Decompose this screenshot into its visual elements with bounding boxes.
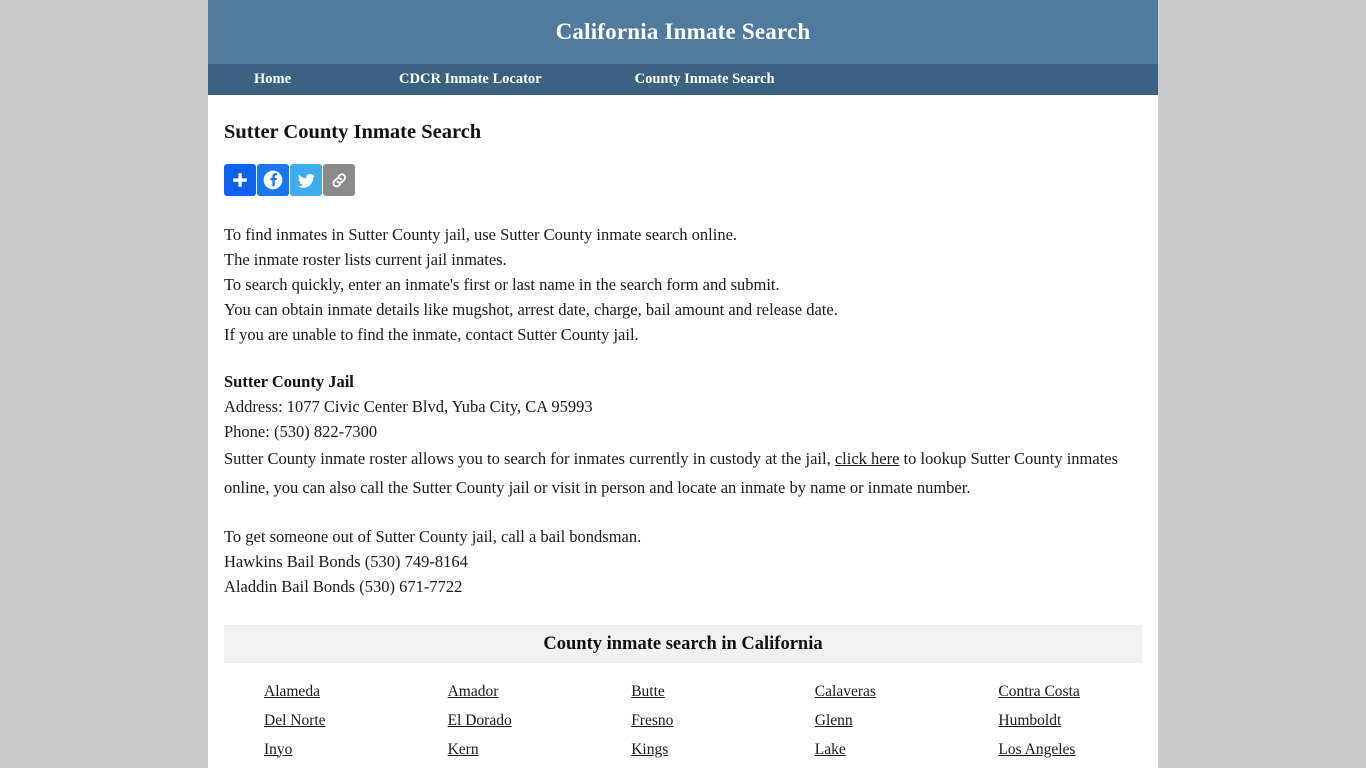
county-cell: Kern <box>408 735 592 764</box>
county-cell: Amador <box>408 677 592 706</box>
county-link-humboldt[interactable]: Humboldt <box>998 712 1061 730</box>
county-search-section: County inmate search in California Alame… <box>224 625 1142 764</box>
county-link-kings[interactable]: Kings <box>631 741 668 759</box>
county-cell: Butte <box>591 677 775 706</box>
roster-paragraph: Sutter County inmate roster allows you t… <box>224 444 1142 502</box>
bail-intro: To get someone out of Sutter County jail… <box>224 527 642 546</box>
county-cell: Lake <box>775 735 959 764</box>
county-cell: Kings <box>591 735 775 764</box>
county-cell: Alameda <box>224 677 408 706</box>
nav-item-cdcr-inmate-locator[interactable]: CDCR Inmate Locator <box>385 71 556 88</box>
county-cell: Del Norte <box>224 706 408 735</box>
county-link-el-dorado[interactable]: El Dorado <box>448 712 512 730</box>
county-link-fresno[interactable]: Fresno <box>631 712 673 730</box>
county-cell: Inyo <box>224 735 408 764</box>
bail-bondsman: Aladdin Bail Bonds (530) 671-7722 <box>224 577 463 596</box>
intro-text-block: To find inmates in Sutter County jail, u… <box>224 222 1142 347</box>
page-title: Sutter County Inmate Search <box>224 121 482 143</box>
bail-bonds-block: To get someone out of Sutter County jail… <box>224 524 1142 599</box>
county-section-title: County inmate search in California <box>543 633 823 654</box>
intro-line: The inmate roster lists current jail inm… <box>224 250 507 269</box>
site-masthead: California Inmate Search <box>208 0 1158 64</box>
county-link-amador[interactable]: Amador <box>448 683 499 701</box>
county-cell: Calaveras <box>775 677 959 706</box>
nav-item-county-inmate-search[interactable]: County Inmate Search <box>621 71 789 88</box>
county-link-calaveras[interactable]: Calaveras <box>815 683 876 701</box>
intro-line: You can obtain inmate details like mugsh… <box>224 300 838 319</box>
jail-phone: Phone: (530) 822-7300 <box>224 422 378 441</box>
page-container: California Inmate Search Home CDCR Inmat… <box>208 0 1158 768</box>
jail-address: Address: 1077 Civic Center Blvd, Yuba Ci… <box>224 397 593 416</box>
main-content: Sutter County Inmate Search To find inma… <box>208 121 1158 764</box>
county-cell: El Dorado <box>408 706 592 735</box>
jail-contact-block: Sutter County Jail Address: 1077 Civic C… <box>224 369 1142 444</box>
county-cell: Los Angeles <box>958 735 1142 764</box>
county-link-kern[interactable]: Kern <box>448 741 479 759</box>
intro-line: To search quickly, enter an inmate's fir… <box>224 275 780 294</box>
county-cell: Glenn <box>775 706 959 735</box>
county-links-grid: Alameda Amador Butte Calaveras Contra Co… <box>224 663 1142 764</box>
county-cell: Contra Costa <box>958 677 1142 706</box>
county-link-alameda[interactable]: Alameda <box>264 683 320 701</box>
facebook-icon <box>263 170 283 190</box>
county-link-lake[interactable]: Lake <box>815 741 846 759</box>
facebook-share-button[interactable] <box>257 164 289 196</box>
nav-item-home[interactable]: Home <box>240 71 305 88</box>
intro-line: If you are unable to find the inmate, co… <box>224 325 639 344</box>
copy-link-button[interactable] <box>323 164 355 196</box>
bail-bondsman: Hawkins Bail Bonds (530) 749-8164 <box>224 552 468 571</box>
county-link-butte[interactable]: Butte <box>631 683 665 701</box>
county-section-header: County inmate search in California <box>224 625 1142 663</box>
roster-paragraph-text-before: Sutter County inmate roster allows you t… <box>224 449 835 468</box>
jail-name: Sutter County Jail <box>224 372 354 391</box>
county-link-inyo[interactable]: Inyo <box>264 741 292 759</box>
addthis-share-button[interactable] <box>224 164 256 196</box>
intro-line: To find inmates in Sutter County jail, u… <box>224 225 738 244</box>
county-link-los-angeles[interactable]: Los Angeles <box>998 741 1075 759</box>
site-title: California Inmate Search <box>555 19 811 44</box>
twitter-share-button[interactable] <box>290 164 322 196</box>
plus-icon <box>233 173 247 187</box>
share-button-row <box>224 164 1142 196</box>
county-link-del-norte[interactable]: Del Norte <box>264 712 326 730</box>
twitter-icon <box>297 173 315 188</box>
county-link-contra-costa[interactable]: Contra Costa <box>998 683 1079 701</box>
county-cell: Humboldt <box>958 706 1142 735</box>
main-navigation: Home CDCR Inmate Locator County Inmate S… <box>208 64 1158 95</box>
copy-link-icon <box>332 172 346 187</box>
county-cell: Fresno <box>591 706 775 735</box>
click-here-link[interactable]: click here <box>835 449 900 468</box>
county-link-glenn[interactable]: Glenn <box>815 712 853 730</box>
